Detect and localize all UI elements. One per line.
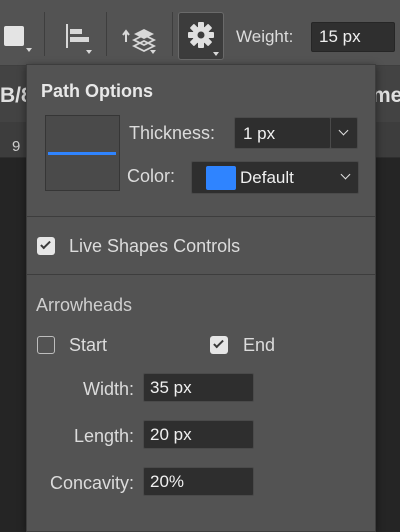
path-alignment-button[interactable] bbox=[62, 20, 96, 54]
toolbar-divider bbox=[172, 12, 173, 56]
panel-title: Path Options bbox=[41, 81, 153, 101]
arrowheads-heading: Arrowheads bbox=[36, 295, 133, 315]
thickness-value: 1 px bbox=[243, 124, 276, 143]
thickness-dropdown-button[interactable] bbox=[330, 117, 358, 149]
toolbar-divider bbox=[106, 12, 107, 56]
concavity-input[interactable] bbox=[143, 467, 254, 496]
start-arrowhead-checkbox[interactable] bbox=[37, 336, 55, 354]
length-input[interactable] bbox=[143, 420, 254, 449]
live-shapes-label[interactable]: Live Shapes Controls bbox=[69, 236, 240, 257]
ruler-number: 9 bbox=[12, 138, 21, 155]
path-arrangement-button[interactable] bbox=[118, 20, 162, 56]
end-arrowhead-checkbox[interactable] bbox=[210, 336, 228, 354]
section-divider bbox=[27, 274, 375, 275]
color-select[interactable]: Default bbox=[191, 161, 359, 194]
width-input[interactable] bbox=[143, 373, 254, 402]
chevron-down-icon bbox=[340, 169, 351, 180]
chevron-down-icon bbox=[213, 52, 219, 56]
thickness-input[interactable]: 1 px bbox=[234, 117, 331, 149]
chevron-down-icon bbox=[150, 50, 156, 54]
thickness-label: Thickness: bbox=[129, 123, 216, 143]
document-tab-right[interactable]: me bbox=[372, 84, 400, 108]
path-options-panel: Path Options Thickness: 1 px Color: Defa… bbox=[26, 64, 376, 532]
weight-input[interactable] bbox=[311, 22, 395, 52]
checkmark-icon bbox=[40, 238, 51, 250]
align-left-icon bbox=[66, 24, 68, 48]
color-value: Default bbox=[240, 168, 294, 187]
fill-swatch-button[interactable] bbox=[4, 26, 24, 46]
color-swatch bbox=[206, 166, 236, 190]
options-toolbar: Weight: bbox=[0, 0, 400, 66]
checkmark-icon bbox=[213, 337, 224, 349]
section-divider bbox=[27, 216, 375, 217]
length-label: Length: bbox=[73, 426, 134, 446]
color-label: Color: bbox=[127, 166, 176, 186]
toolbar-divider bbox=[44, 12, 45, 56]
chevron-down-icon bbox=[338, 125, 349, 136]
width-label: Width: bbox=[82, 379, 134, 399]
stroke-preview bbox=[45, 115, 120, 191]
end-label[interactable]: End bbox=[243, 335, 275, 356]
concavity-label: Concavity: bbox=[49, 473, 134, 493]
stroke-preview-line bbox=[48, 152, 116, 155]
path-options-button[interactable] bbox=[178, 12, 224, 60]
chevron-down-icon bbox=[86, 50, 92, 54]
live-shapes-checkbox[interactable] bbox=[37, 237, 55, 255]
weight-label: Weight: bbox=[236, 27, 294, 46]
fill-dropdown-caret-icon[interactable] bbox=[26, 48, 32, 52]
start-label[interactable]: Start bbox=[69, 335, 107, 356]
